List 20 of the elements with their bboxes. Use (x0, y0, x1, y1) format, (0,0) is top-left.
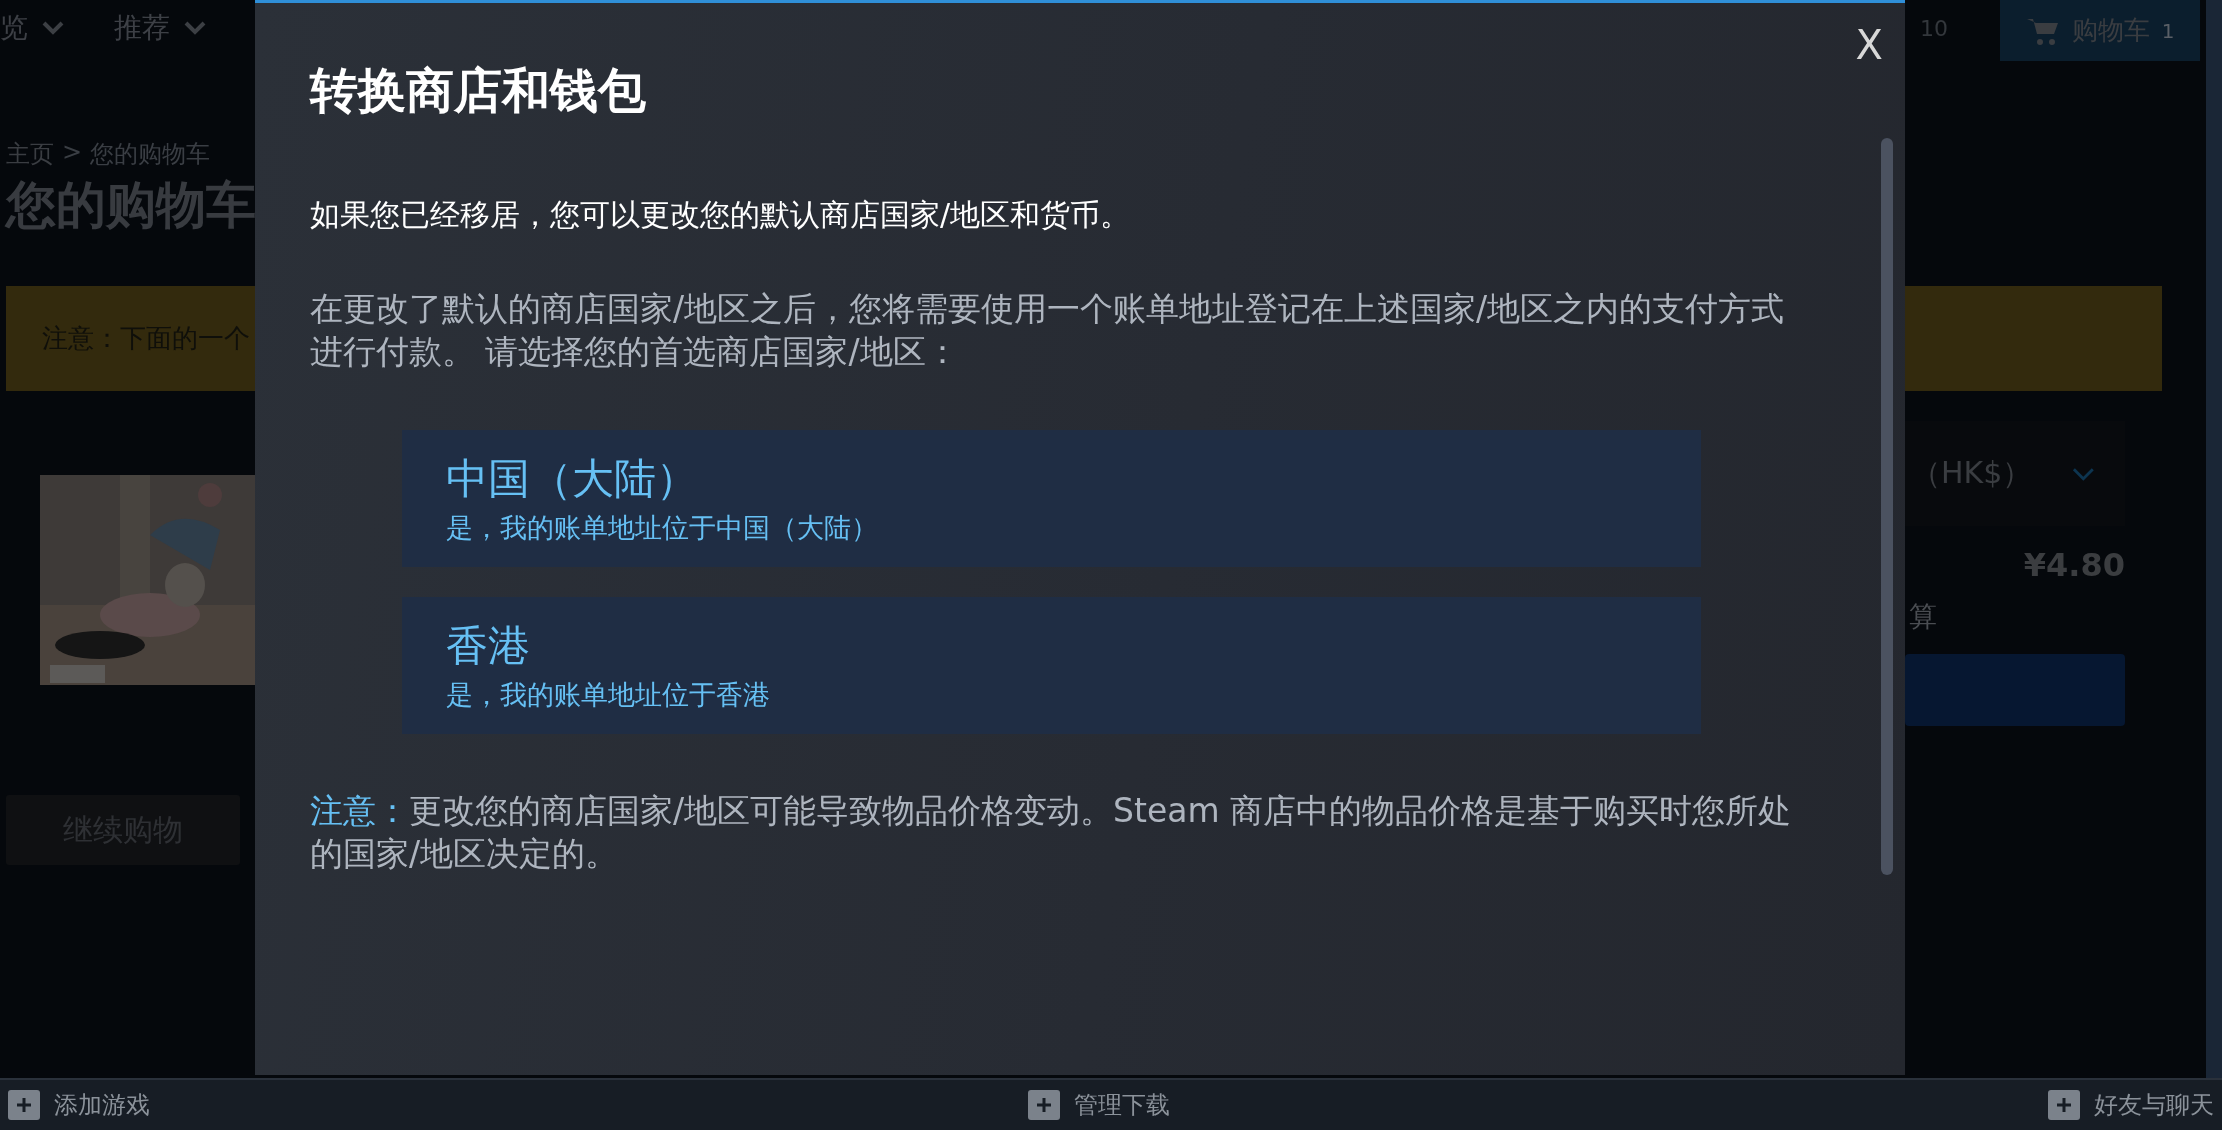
intro-text: 如果您已经移居，您可以更改您的默认商店国家/地区和货币。 (310, 196, 1131, 234)
close-button[interactable]: X (1855, 25, 1883, 65)
checkout-text: 算 (1909, 599, 1937, 635)
breadcrumb-separator: > (62, 138, 83, 168)
note-text: 注意：更改您的商店国家/地区可能导致物品价格变动。Steam 商店中的物品价格是基于购买时您所处的国家/地区决定的。 (310, 789, 1793, 875)
scrollbar[interactable] (1881, 138, 1893, 875)
bottom-bar-button[interactable]: 添加游戏 (8, 1089, 150, 1121)
chevron-down-icon (42, 21, 64, 35)
bottom-bar-button[interactable]: 好友与聊天 (2048, 1089, 2214, 1121)
chevron-down-icon (184, 21, 206, 35)
scrollbar[interactable] (2206, 0, 2222, 1080)
country-option[interactable]: 香港 是，我的账单地址位于香港 (402, 596, 1701, 734)
breadcrumb-current: 您的购物车 (90, 139, 211, 170)
chevron-down-icon (2072, 466, 2095, 481)
plus-icon (8, 1090, 40, 1120)
dialog-title: 转换商店和钱包 (310, 61, 646, 120)
instructions-text: 在更改了默认的商店国家/地区之后，您将需要使用一个账单地址登记在上述国家/地区之内的支付方式进行付款。 请选择您的首选商店国家/地区： (310, 288, 1786, 373)
country-option[interactable]: 中国（大陆） 是，我的账单地址位于中国（大陆） (402, 429, 1701, 567)
bottom-bar-button[interactable]: 管理下载 (1028, 1089, 1170, 1121)
purchase-button[interactable] (1905, 654, 2125, 726)
